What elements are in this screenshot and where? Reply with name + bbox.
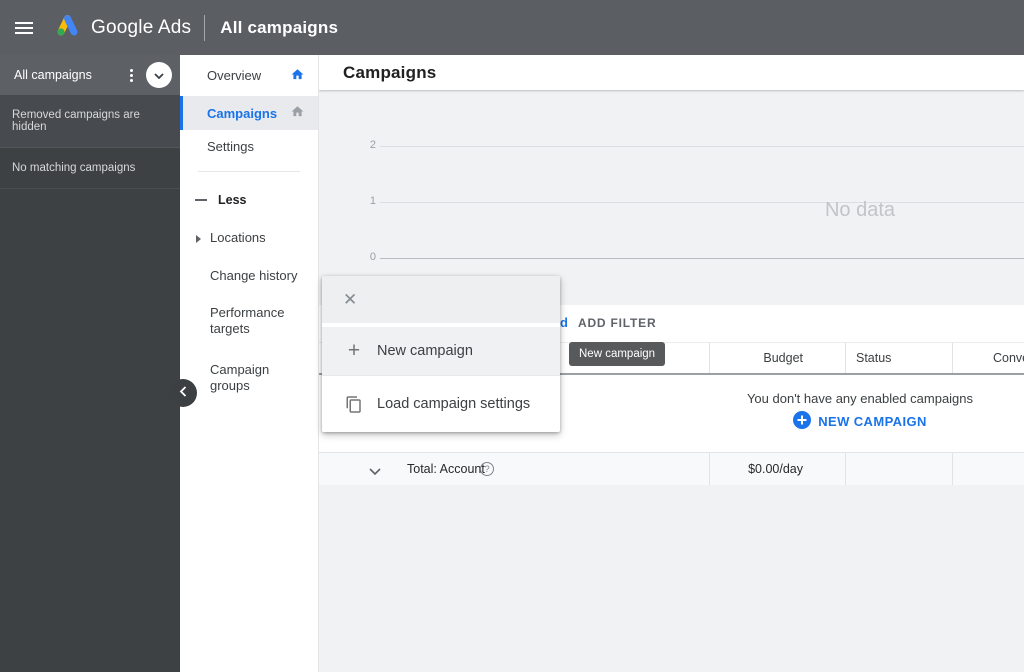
y-axis-tick: 1 bbox=[369, 195, 376, 207]
topbar: Google Ads All campaigns bbox=[0, 0, 1024, 55]
total-status-cell bbox=[845, 453, 952, 485]
menu-item-load-campaign-settings[interactable]: Load campaign settings bbox=[322, 375, 560, 432]
plus-icon: + bbox=[347, 339, 361, 362]
nav-item-campaign-groups[interactable]: Campaign groups bbox=[180, 356, 318, 400]
gridline bbox=[380, 146, 1024, 147]
menu-icon[interactable] bbox=[4, 8, 44, 48]
filter-chip-fragment[interactable]: d bbox=[560, 315, 568, 330]
nav-item-label: Campaigns bbox=[207, 105, 278, 121]
empty-state-message: You don't have any enabled campaigns bbox=[746, 391, 974, 406]
sidebar-notice: No matching campaigns bbox=[0, 148, 180, 189]
menu-item-new-campaign[interactable]: + New campaign bbox=[322, 327, 560, 375]
no-data-label: No data bbox=[824, 199, 896, 221]
home-icon bbox=[290, 105, 305, 122]
campaign-scope-selector[interactable]: All campaigns bbox=[0, 55, 180, 95]
nav-item-change-history[interactable]: Change history bbox=[180, 262, 318, 290]
nav-item-campaigns[interactable]: Campaigns bbox=[180, 96, 318, 130]
chevron-left-icon bbox=[179, 384, 187, 402]
nav-item-label: Overview bbox=[207, 68, 262, 83]
menu-item-label: New campaign bbox=[377, 343, 473, 359]
menu-item-label: Load campaign settings bbox=[377, 396, 531, 412]
column-header-conversions[interactable]: Conversions bbox=[952, 343, 1024, 373]
nav-divider bbox=[198, 171, 300, 172]
product-name: Google Ads bbox=[91, 16, 192, 38]
nav-item-label: Locations bbox=[210, 230, 266, 245]
google-ads-logo-icon bbox=[52, 12, 82, 44]
home-icon bbox=[290, 67, 305, 84]
chevron-down-icon bbox=[154, 66, 164, 84]
section-title: Campaigns bbox=[343, 62, 437, 82]
topbar-divider bbox=[204, 14, 206, 41]
total-conversions-cell bbox=[952, 453, 1024, 485]
collapse-header-button[interactable] bbox=[146, 62, 172, 88]
menu-header: ✕ bbox=[322, 276, 560, 323]
campaign-sidebar: All campaigns Removed campaigns are hidd… bbox=[0, 55, 180, 672]
new-campaign-button[interactable]: NEW CAMPAIGN bbox=[660, 411, 1024, 432]
y-axis-tick: 0 bbox=[369, 251, 376, 263]
google-ads-logo[interactable]: Google Ads bbox=[52, 12, 191, 44]
nav-item-label: Change history bbox=[210, 268, 298, 283]
scope-label: All campaigns bbox=[14, 68, 92, 82]
nav-item-overview[interactable]: Overview bbox=[180, 55, 318, 96]
main-header: Campaigns bbox=[319, 55, 1024, 90]
column-header-status[interactable]: Status bbox=[845, 343, 952, 373]
table-total-row: Total: Account ? $0.00/day bbox=[319, 452, 1024, 485]
column-header-budget[interactable]: Budget bbox=[709, 343, 845, 373]
minus-icon bbox=[195, 199, 207, 201]
nav-item-locations[interactable]: Locations bbox=[180, 224, 318, 252]
new-campaign-tooltip: New campaign bbox=[569, 342, 666, 366]
nav-less-toggle[interactable]: Less bbox=[180, 190, 318, 210]
nav-item-label: Settings bbox=[207, 139, 254, 154]
copy-icon bbox=[344, 395, 364, 414]
new-campaign-menu: ✕ + New campaign Load campaign settings bbox=[322, 276, 560, 432]
help-icon[interactable]: ? bbox=[480, 462, 494, 476]
caret-right-icon bbox=[196, 235, 201, 243]
nav-item-label: Campaign groups bbox=[210, 362, 270, 393]
new-campaign-button-label: NEW CAMPAIGN bbox=[818, 414, 927, 429]
nav-item-settings[interactable]: Settings bbox=[180, 130, 318, 163]
nav-item-label: Less bbox=[218, 193, 247, 207]
chevron-down-icon[interactable] bbox=[369, 465, 381, 479]
add-circle-icon bbox=[793, 411, 812, 432]
x-axis-line bbox=[380, 258, 1024, 259]
add-filter-button[interactable]: ADD FILTER bbox=[578, 316, 656, 330]
close-icon[interactable]: ✕ bbox=[343, 291, 357, 308]
kebab-icon[interactable] bbox=[122, 63, 140, 87]
panel-collapse-handle[interactable] bbox=[169, 379, 197, 407]
total-cell: Total: Account ? bbox=[319, 453, 709, 485]
total-budget-value: $0.00/day bbox=[709, 453, 845, 485]
section-nav: Overview Campaigns Settings Less Locatio… bbox=[180, 55, 319, 672]
nav-item-performance-targets[interactable]: Performance targets bbox=[180, 299, 318, 343]
total-label: Total: Account bbox=[407, 462, 485, 476]
y-axis-tick: 2 bbox=[369, 139, 376, 151]
page-title: All campaigns bbox=[220, 17, 339, 37]
nav-item-label: Performance targets bbox=[210, 305, 285, 336]
sidebar-notice: Removed campaigns are hidden bbox=[0, 95, 180, 148]
